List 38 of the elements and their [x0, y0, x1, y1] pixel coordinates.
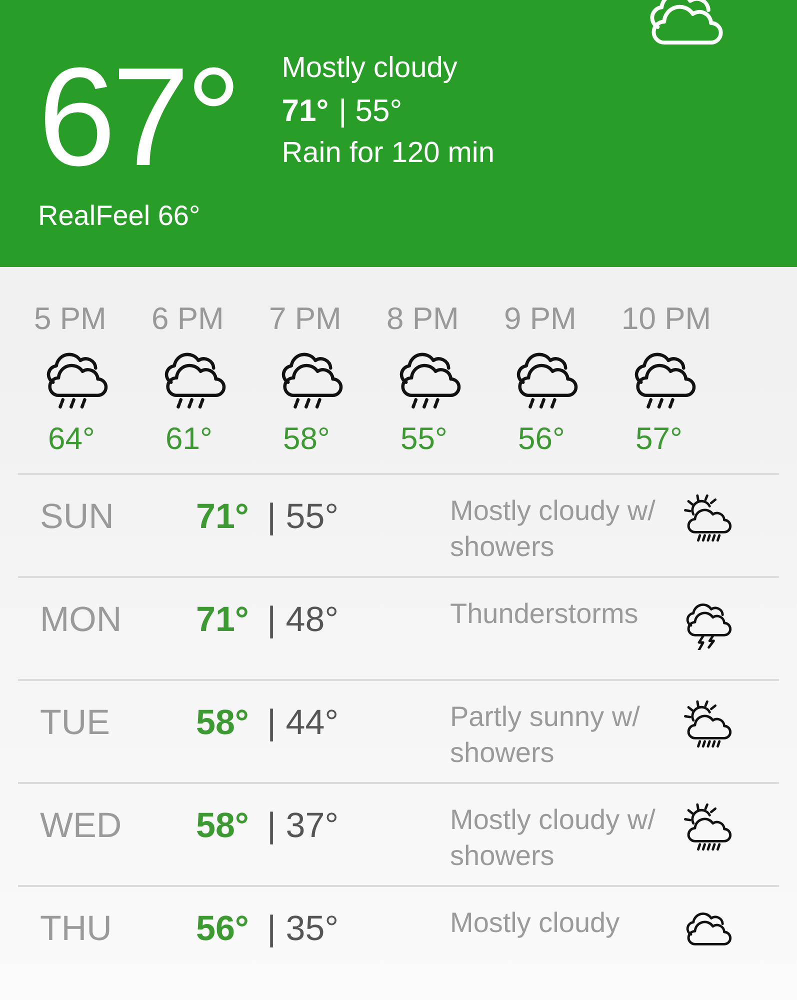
- day-low: | 35°: [266, 909, 339, 949]
- hour-temperature: 64°: [48, 421, 95, 457]
- hour-label: 6 PM: [152, 301, 224, 337]
- condition-text: Mostly cloudy: [282, 52, 458, 85]
- day-condition: Thunderstorms: [450, 597, 640, 631]
- day-label: THU: [39, 909, 113, 949]
- day-label: MON: [39, 600, 123, 640]
- hour-temperature: 56°: [518, 421, 565, 457]
- day-low: | 37°: [266, 806, 339, 846]
- day-label: WED: [39, 806, 123, 846]
- day-condition: Mostly cloudy w/ showers: [450, 494, 656, 564]
- day-condition: Mostly cloudy: [450, 906, 621, 940]
- hour-label: 9 PM: [504, 301, 576, 337]
- rain-note: Rain for 120 min: [282, 137, 494, 170]
- day-high: 71°: [196, 600, 249, 640]
- day-low: | 55°: [266, 497, 339, 537]
- day-high: 58°: [196, 806, 249, 846]
- realfeel-text: RealFeel 66°: [38, 200, 202, 232]
- day-low: | 44°: [266, 703, 339, 743]
- day-label: SUN: [39, 497, 115, 537]
- day-condition: Partly sunny w/ showers: [450, 700, 641, 770]
- hour-temperature: 55°: [400, 421, 448, 457]
- low-temperature: | 55°: [338, 93, 402, 129]
- hour-temperature: 61°: [166, 421, 212, 457]
- day-high: 58°: [196, 703, 249, 743]
- hour-temperature: 58°: [283, 421, 330, 457]
- high-temperature: 71°: [282, 93, 329, 129]
- day-condition: Mostly cloudy w/ showers: [450, 803, 656, 873]
- day-label: TUE: [39, 703, 111, 743]
- hour-temperature: 57°: [636, 421, 682, 457]
- hour-label: 8 PM: [386, 301, 459, 337]
- hour-label: 10 PM: [622, 301, 712, 337]
- day-high: 71°: [196, 497, 249, 537]
- day-low: | 48°: [266, 600, 339, 640]
- hour-label: 5 PM: [34, 301, 106, 337]
- hour-label: 7 PM: [269, 301, 342, 337]
- day-high: 56°: [196, 909, 249, 949]
- current-temperature: 67°: [38, 42, 238, 192]
